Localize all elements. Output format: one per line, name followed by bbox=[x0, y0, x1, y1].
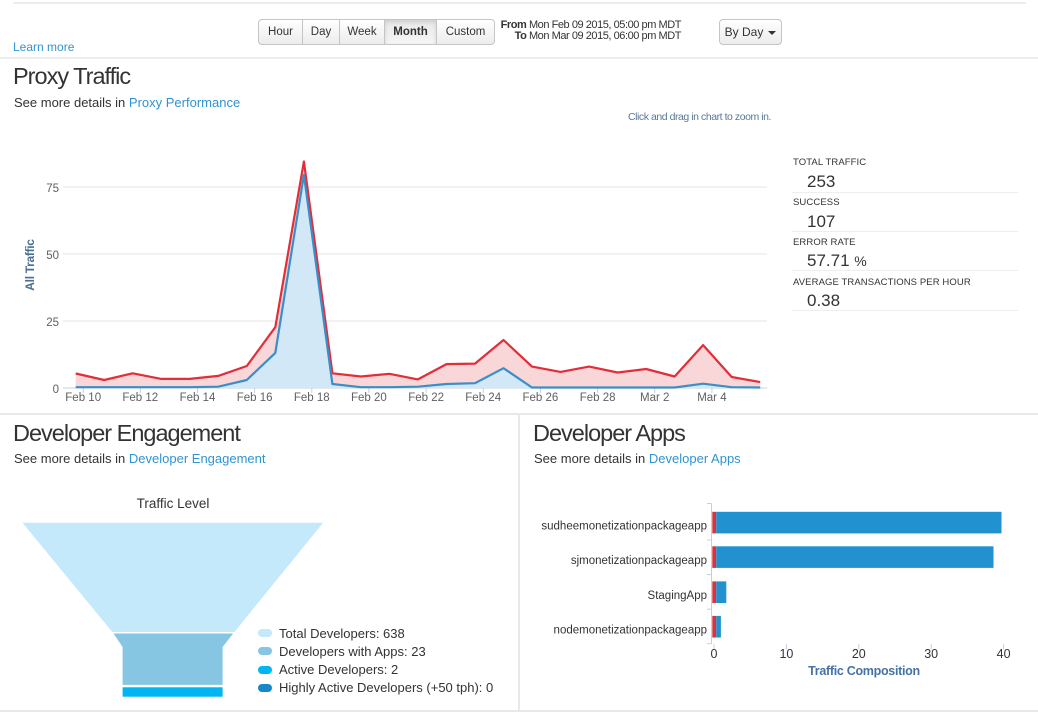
svg-text:Feb 24: Feb 24 bbox=[465, 392, 501, 404]
svg-text:Feb 14: Feb 14 bbox=[180, 392, 216, 404]
svg-text:Mar 4: Mar 4 bbox=[697, 392, 727, 404]
svg-text:40: 40 bbox=[997, 647, 1011, 661]
svg-text:All Traffic: All Traffic bbox=[23, 239, 37, 291]
svg-text:30: 30 bbox=[924, 647, 938, 661]
svg-text:sudheemonetizationpackageapp: sudheemonetizationpackageapp bbox=[541, 521, 707, 533]
svg-text:0: 0 bbox=[711, 647, 718, 661]
svg-text:10: 10 bbox=[779, 647, 793, 661]
svg-text:nodemonetizationpackageapp: nodemonetizationpackageapp bbox=[554, 625, 707, 637]
svg-text:Feb 20: Feb 20 bbox=[351, 392, 387, 404]
svg-text:0: 0 bbox=[53, 384, 59, 396]
svg-text:50: 50 bbox=[46, 250, 59, 262]
svg-text:Traffic Composition: Traffic Composition bbox=[808, 664, 920, 678]
svg-text:StagingApp: StagingApp bbox=[648, 590, 707, 602]
svg-text:Feb 28: Feb 28 bbox=[580, 392, 616, 404]
svg-text:Feb 12: Feb 12 bbox=[122, 392, 158, 404]
svg-text:Feb 10: Feb 10 bbox=[65, 392, 101, 404]
svg-text:Feb 26: Feb 26 bbox=[522, 392, 558, 404]
svg-text:sjmonetizationpackageapp: sjmonetizationpackageapp bbox=[571, 555, 707, 567]
svg-text:20: 20 bbox=[852, 647, 866, 661]
svg-text:75: 75 bbox=[46, 183, 59, 195]
svg-text:Mar 2: Mar 2 bbox=[640, 392, 669, 404]
svg-text:25: 25 bbox=[46, 317, 59, 329]
svg-text:Feb 22: Feb 22 bbox=[408, 392, 444, 404]
svg-text:Feb 18: Feb 18 bbox=[294, 392, 330, 404]
svg-text:Feb 16: Feb 16 bbox=[237, 392, 273, 404]
